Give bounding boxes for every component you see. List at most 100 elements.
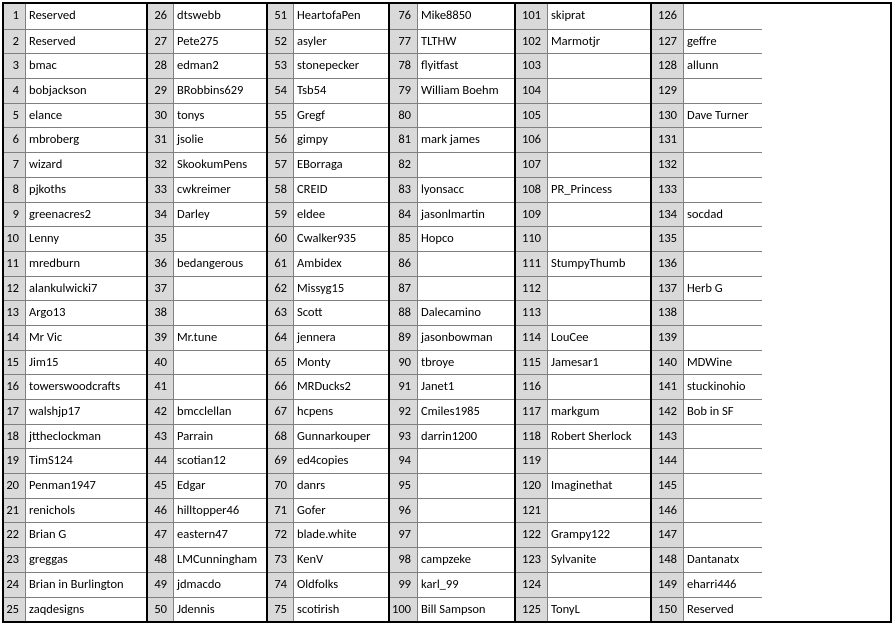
table-row: 29BRobbins629 xyxy=(148,78,266,103)
table-row: 135 xyxy=(652,226,762,251)
row-number: 45 xyxy=(148,474,174,498)
row-name: Sylvanite xyxy=(548,548,650,572)
row-number: 20 xyxy=(4,474,26,498)
table-row: 144 xyxy=(652,448,762,473)
row-number: 28 xyxy=(148,54,174,78)
row-name: Mr.tune xyxy=(174,326,266,350)
row-number: 133 xyxy=(652,178,684,202)
table-row: 55Gregf xyxy=(268,103,388,128)
row-name: pjkoths xyxy=(26,178,146,202)
row-name: Tsb54 xyxy=(294,79,388,103)
row-number: 69 xyxy=(268,449,294,473)
row-number: 64 xyxy=(268,326,294,350)
table-row: 7wizard xyxy=(4,152,146,177)
row-name: jasonlmartin xyxy=(418,203,514,227)
row-number: 4 xyxy=(4,79,26,103)
table-row: 79William Boehm xyxy=(390,78,514,103)
row-name xyxy=(684,326,762,350)
table-row: 70danrs xyxy=(268,473,388,498)
table-row: 134socdad xyxy=(652,202,762,227)
table-row: 116 xyxy=(516,374,650,399)
row-number: 134 xyxy=(652,203,684,227)
table-row: 64jennera xyxy=(268,325,388,350)
table-row: 95 xyxy=(390,473,514,498)
row-name: eastern47 xyxy=(174,523,266,547)
table-row: 50Jdennis xyxy=(148,597,266,622)
row-number: 125 xyxy=(516,598,548,622)
row-name: Herb G xyxy=(684,277,762,301)
row-number: 149 xyxy=(652,573,684,597)
row-name: MDWine xyxy=(684,351,762,375)
row-name: EBorraga xyxy=(294,153,388,177)
table-row: 11mredburn xyxy=(4,251,146,276)
row-name xyxy=(684,128,762,152)
row-name: greggas xyxy=(26,548,146,572)
table-row: 112 xyxy=(516,276,650,301)
table-row: 123Sylvanite xyxy=(516,547,650,572)
row-name: renichols xyxy=(26,499,146,523)
row-name: edman2 xyxy=(174,54,266,78)
table-row: 5elance xyxy=(4,103,146,128)
row-name: hcpens xyxy=(294,400,388,424)
row-name: stuckinohio xyxy=(684,375,762,399)
row-number: 130 xyxy=(652,104,684,128)
row-name xyxy=(548,301,650,325)
table-row: 89jasonbowman xyxy=(390,325,514,350)
table-row: 33cwkreimer xyxy=(148,177,266,202)
row-name: socdad xyxy=(684,203,762,227)
row-number: 74 xyxy=(268,573,294,597)
table-row: 104 xyxy=(516,78,650,103)
row-number: 115 xyxy=(516,351,548,375)
row-number: 103 xyxy=(516,54,548,78)
row-name: mredburn xyxy=(26,252,146,276)
row-number: 94 xyxy=(390,449,418,473)
row-number: 39 xyxy=(148,326,174,350)
row-number: 100 xyxy=(390,598,418,622)
row-name: Cwalker935 xyxy=(294,227,388,251)
row-number: 89 xyxy=(390,326,418,350)
row-name: MRDucks2 xyxy=(294,375,388,399)
row-name: jttheclockman xyxy=(26,425,146,449)
table-row: 142Bob in SF xyxy=(652,399,762,424)
table-row: 140MDWine xyxy=(652,350,762,375)
row-name xyxy=(684,499,762,523)
row-name xyxy=(684,153,762,177)
row-name: bmcclellan xyxy=(174,400,266,424)
row-name: Missyg15 xyxy=(294,277,388,301)
table-row: 94 xyxy=(390,448,514,473)
row-name: CREID xyxy=(294,178,388,202)
row-number: 145 xyxy=(652,474,684,498)
row-number: 30 xyxy=(148,104,174,128)
table-row: 102Marmotjr xyxy=(516,29,650,54)
row-name xyxy=(548,375,650,399)
row-number: 75 xyxy=(268,598,294,622)
row-name: Dalecamino xyxy=(418,301,514,325)
table-row: 91Janet1 xyxy=(390,374,514,399)
table-row: 40 xyxy=(148,350,266,375)
table-row: 12alankulwicki7 xyxy=(4,276,146,301)
row-name xyxy=(684,178,762,202)
table-row: 111StumpyThumb xyxy=(516,251,650,276)
row-name xyxy=(548,499,650,523)
row-name: flyitfast xyxy=(418,54,514,78)
row-number: 44 xyxy=(148,449,174,473)
row-name: mbroberg xyxy=(26,128,146,152)
row-name: Brian in Burlington xyxy=(26,573,146,597)
row-number: 105 xyxy=(516,104,548,128)
row-number: 127 xyxy=(652,30,684,54)
table-row: 75scotirish xyxy=(268,597,388,622)
table-row: 78flyitfast xyxy=(390,53,514,78)
table-row: 80 xyxy=(390,103,514,128)
row-number: 87 xyxy=(390,277,418,301)
row-number: 22 xyxy=(4,523,26,547)
row-number: 8 xyxy=(4,178,26,202)
table-row: 62Missyg15 xyxy=(268,276,388,301)
table-row: 8pjkoths xyxy=(4,177,146,202)
table-row: 148Dantanatx xyxy=(652,547,762,572)
row-number: 61 xyxy=(268,252,294,276)
table-row: 146 xyxy=(652,498,762,523)
row-name: bobjackson xyxy=(26,79,146,103)
table-row: 141stuckinohio xyxy=(652,374,762,399)
row-name: Monty xyxy=(294,351,388,375)
row-name xyxy=(174,277,266,301)
